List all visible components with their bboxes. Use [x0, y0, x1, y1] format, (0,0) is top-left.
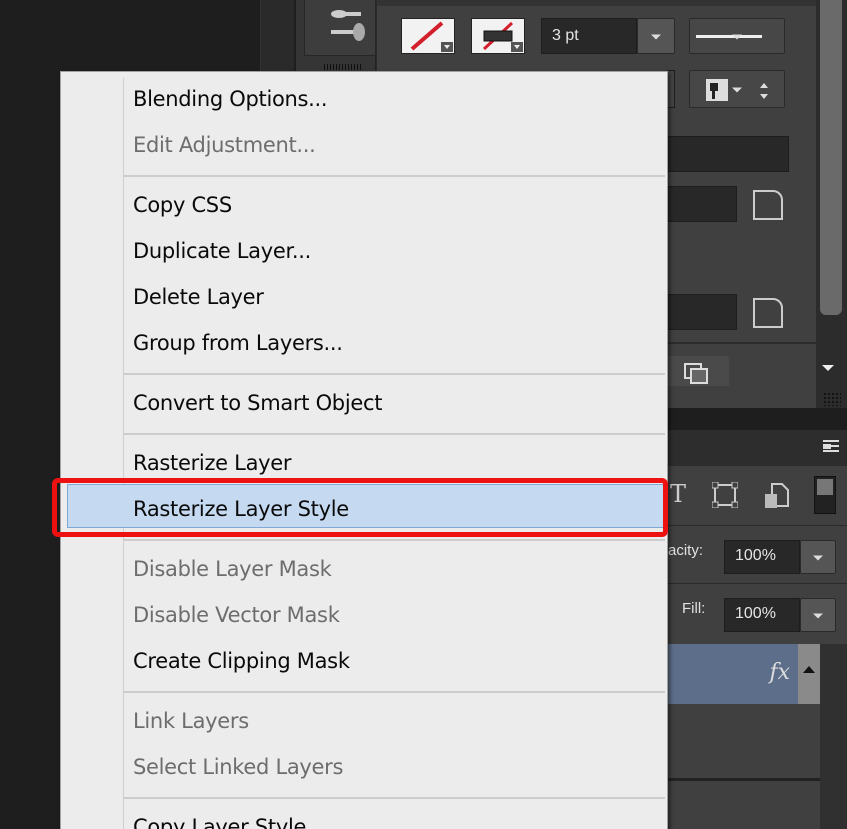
type-filter-icon[interactable]: T — [670, 480, 686, 508]
opacity-label: acity: — [668, 542, 704, 559]
stroke-align-dropdown[interactable] — [689, 70, 785, 108]
menu-item-disable-vector-mask: Disable Vector Mask — [133, 603, 340, 627]
menu-item-create-clipping-mask[interactable]: Create Clipping Mask — [61, 640, 667, 684]
scroll-down-arrow-icon[interactable] — [822, 365, 834, 371]
corner-radius-field-2[interactable] — [667, 294, 737, 330]
chevron-down-icon — [511, 42, 523, 52]
menu-item-disable-layer-mask: Disable Layer Mask — [133, 557, 332, 581]
scroll-thumb[interactable] — [820, 0, 842, 315]
menu-item-convert-to-smart-object[interactable]: Convert to Smart Object — [61, 382, 667, 426]
panel-menu-icon[interactable] — [817, 440, 839, 456]
menu-separator — [123, 433, 665, 435]
panel-grip[interactable] — [324, 64, 362, 70]
chevron-down-icon — [441, 42, 453, 52]
menu-item-duplicate-layer[interactable]: Duplicate Layer... — [61, 230, 667, 274]
layers-panel: T acity: 100% Fill: 100% fx — [668, 466, 847, 829]
layers-scroll-up-arrow-icon[interactable] — [798, 644, 820, 704]
layer-filter-row: T — [668, 466, 847, 526]
menu-separator — [123, 797, 665, 799]
properties-scrollbar[interactable] — [816, 0, 847, 408]
dimension-field[interactable] — [667, 136, 789, 172]
menu-separator — [123, 539, 665, 541]
path-operations-icon — [684, 363, 708, 384]
layers-panel-header — [668, 430, 847, 466]
menu-separator — [123, 373, 665, 375]
menu-item-copy-layer-style[interactable]: Copy Layer Style — [61, 806, 667, 829]
fill-label: Fill: — [682, 600, 706, 617]
opacity-dropdown[interactable] — [800, 540, 836, 574]
opacity-input[interactable]: 100% — [724, 540, 800, 574]
menu-item-delete-layer[interactable]: Delete Layer — [61, 276, 667, 320]
selected-layer-row[interactable]: fx — [668, 644, 798, 704]
opacity-value: 100% — [735, 547, 776, 564]
filter-toggle[interactable] — [814, 476, 836, 514]
menu-item-group-from-layers[interactable]: Group from Layers... — [61, 322, 667, 366]
annotation-highlight-box — [52, 478, 668, 537]
shape-filter-icon[interactable] — [712, 482, 738, 508]
corner-radius-field[interactable] — [667, 186, 737, 222]
stroke-align-icon — [706, 79, 768, 101]
smart-object-filter-icon[interactable] — [764, 482, 790, 510]
path-operations-button[interactable] — [667, 356, 729, 386]
stroke-style-dropdown[interactable] — [689, 18, 785, 54]
menu-item-link-layers: Link Layers — [133, 709, 249, 733]
layer-context-menu: Blending Options... Edit Adjustment... C… — [60, 71, 668, 829]
layers-scrollbar-track[interactable] — [820, 644, 847, 829]
corner-radius-icon[interactable] — [753, 190, 783, 220]
menu-separator — [123, 691, 665, 693]
stroke-width-dropdown[interactable] — [637, 18, 675, 54]
fill-swatch[interactable] — [401, 18, 455, 54]
resize-grip-icon[interactable] — [823, 392, 841, 406]
stroke-swatch[interactable] — [471, 18, 525, 54]
stroke-line-icon — [696, 35, 762, 38]
corner-radius-icon[interactable] — [753, 298, 783, 328]
layer-effects-icon[interactable]: fx — [769, 660, 790, 685]
menu-separator — [123, 175, 665, 177]
fill-row: Fill: 100% — [668, 584, 847, 642]
stroke-width-value: 3 pt — [552, 27, 579, 44]
menu-item-edit-adjustment: Edit Adjustment... — [133, 133, 316, 157]
fill-dropdown[interactable] — [800, 598, 836, 632]
fill-value: 100% — [735, 605, 776, 622]
stroke-width-input[interactable]: 3 pt — [541, 18, 637, 54]
opacity-row: acity: 100% — [668, 526, 847, 584]
menu-item-blending-options[interactable]: Blending Options... — [61, 78, 667, 122]
menu-item-select-linked-layers: Select Linked Layers — [133, 755, 344, 779]
menu-item-copy-css[interactable]: Copy CSS — [61, 184, 667, 228]
fill-input[interactable]: 100% — [724, 598, 800, 632]
adjustments-panel-button[interactable] — [304, 0, 376, 56]
brush-presets-icon — [331, 10, 365, 41]
panel-divider — [667, 342, 817, 344]
